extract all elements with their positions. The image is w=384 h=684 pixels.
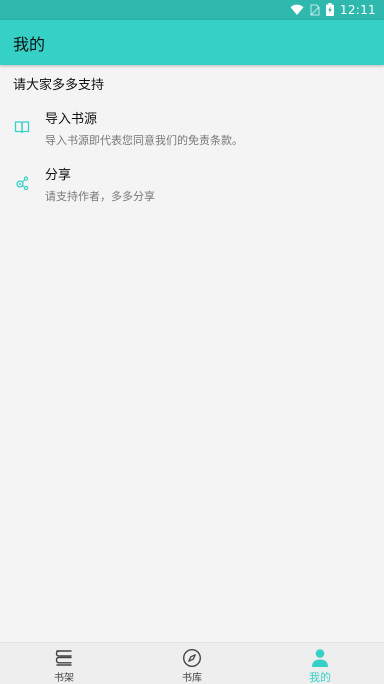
page-title: 我的 (13, 35, 46, 54)
section-header: 请大家多多支持 (13, 78, 105, 93)
screen: 12:11 我的 请大家多多支持 导入书源 导入书源即代表您同意我们的免责条款。 (0, 0, 384, 684)
no-sim-icon (310, 1, 320, 20)
battery-charging-icon (325, 1, 334, 20)
share-item[interactable]: 分享 请支持作者，多多分享 (0, 158, 384, 208)
import-source-item[interactable]: 导入书源 导入书源即代表您同意我们的免责条款。 (0, 102, 384, 152)
status-time: 12:11 (339, 3, 376, 17)
compass-icon (182, 648, 202, 668)
import-source-subtitle: 导入书源即代表您同意我们的免责条款。 (45, 134, 243, 147)
tab-library-label: 书库 (182, 673, 202, 684)
tab-library[interactable]: 书库 (128, 643, 256, 684)
import-source-title: 导入书源 (45, 112, 98, 127)
open-book-icon (14, 119, 30, 135)
person-icon (310, 648, 330, 668)
bookshelf-icon (54, 648, 74, 668)
status-icons: 12:11 (290, 2, 376, 18)
tab-bookshelf[interactable]: 书架 (0, 643, 128, 684)
status-bar: 12:11 (0, 0, 384, 20)
tab-mine-label: 我的 (309, 671, 331, 684)
bottom-nav: 书架 书库 我的 (0, 642, 384, 684)
app-bar: 我的 (0, 20, 384, 65)
share-subtitle: 请支持作者，多多分享 (45, 190, 155, 203)
tab-bookshelf-label: 书架 (54, 673, 74, 684)
share-icon (14, 175, 30, 191)
wifi-icon (290, 1, 304, 20)
tab-mine[interactable]: 我的 (256, 643, 384, 684)
share-title: 分享 (45, 168, 72, 183)
